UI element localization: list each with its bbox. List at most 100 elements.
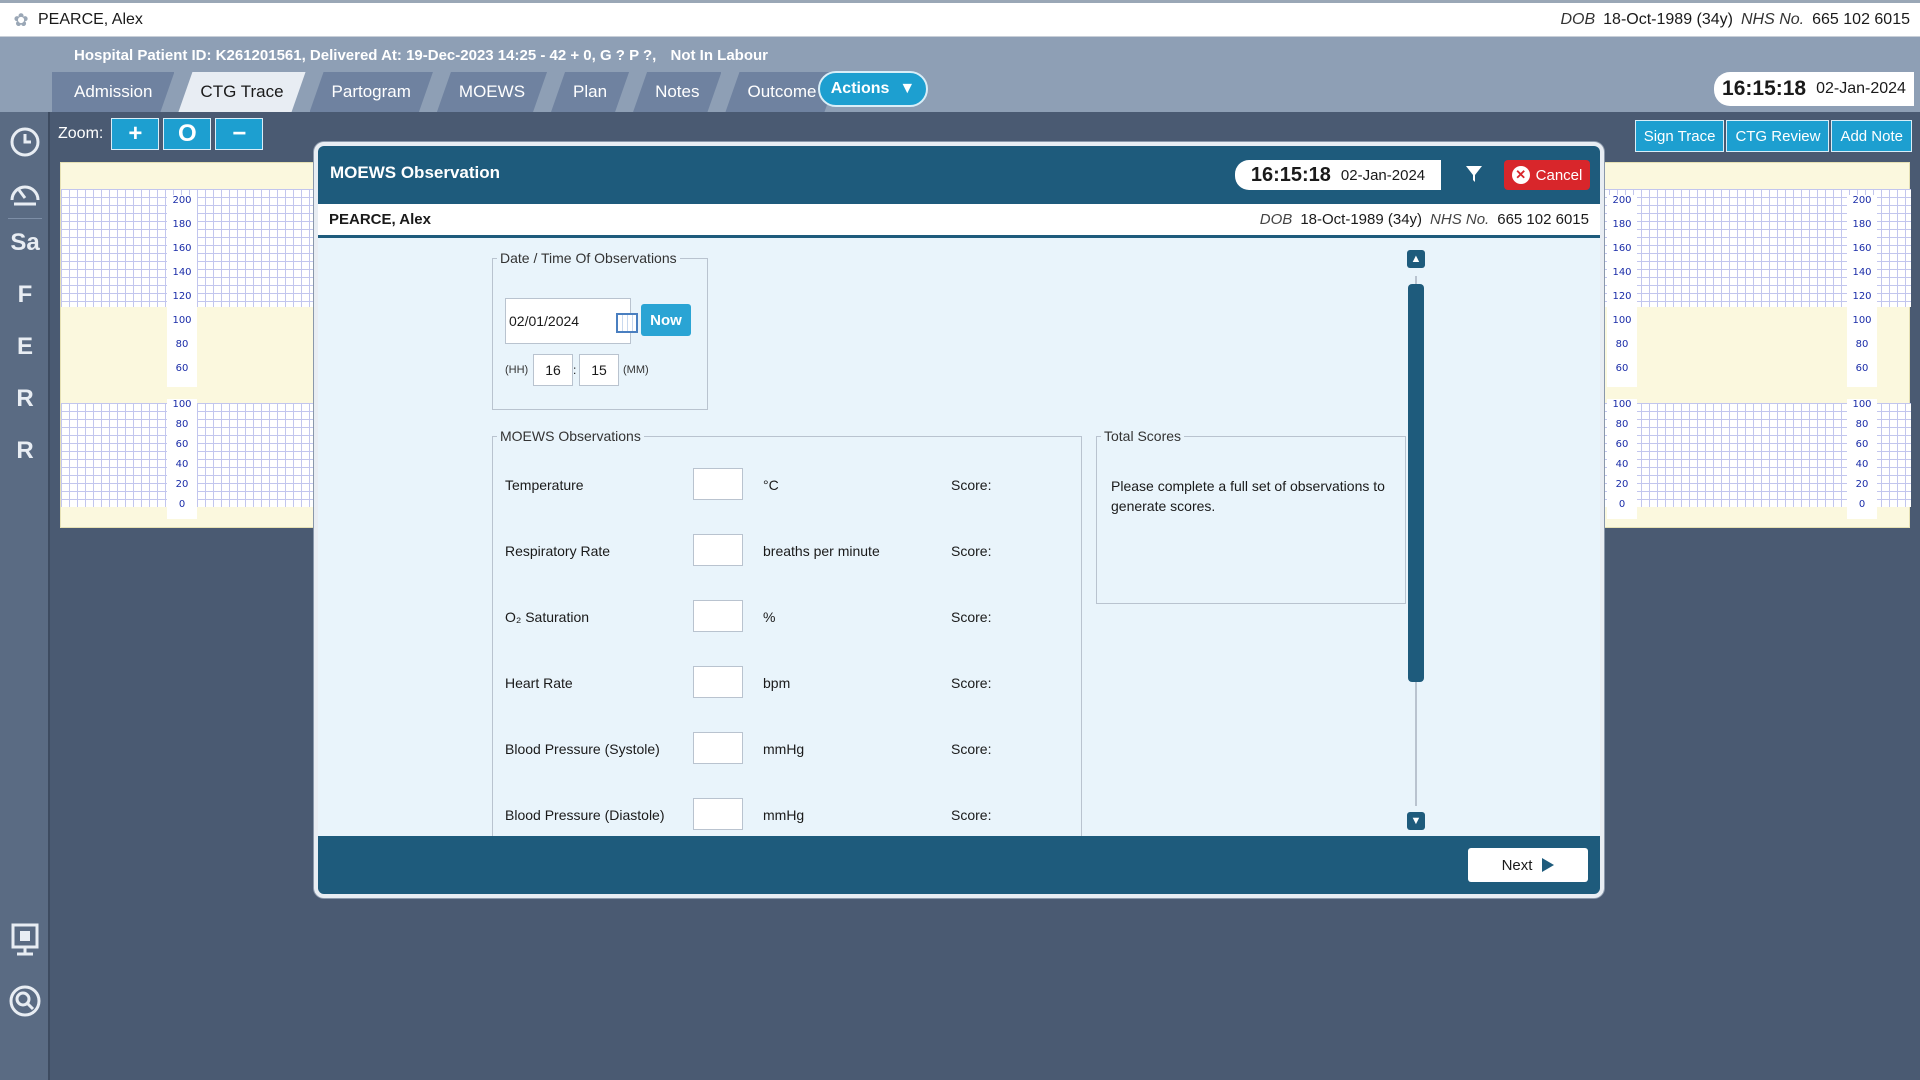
scroll-thumb[interactable] — [1408, 284, 1424, 682]
observation-label: O₂ Saturation — [505, 609, 590, 625]
observation-unit: °C — [763, 477, 779, 493]
ctg-trace-left: 200 180 160 140 120 100 80 60 100 80 60 … — [60, 162, 321, 528]
fhr-tick: 120 — [1852, 291, 1872, 302]
dob-value: 18-Oct-1989 (34y) — [1300, 211, 1423, 228]
patient-banner: ✿ PEARCE, Alex DOB 18-Oct-1989 (34y) NHS… — [0, 0, 1920, 37]
toco-axis: 100 80 60 40 20 0 — [1607, 399, 1637, 519]
add-note-button[interactable]: Add Note — [1831, 120, 1912, 152]
ctg-trace-right: 200 180 160 140 120 100 80 60 200 180 16… — [1600, 162, 1911, 528]
observation-unit: breaths per minute — [763, 543, 880, 559]
ctg-review-button[interactable]: CTG Review — [1726, 120, 1830, 152]
fhr-tick: 140 — [1852, 267, 1872, 278]
observation-unit: bpm — [763, 675, 791, 691]
toco-tick: 60 — [1615, 439, 1629, 450]
sign-trace-button[interactable]: Sign Trace — [1634, 120, 1725, 152]
fhr-tick: 100 — [1852, 315, 1872, 326]
patient-name: PEARCE, Alex — [38, 10, 143, 28]
scroll-down-icon[interactable]: ▼ — [1407, 812, 1425, 830]
fhr-tick: 60 — [1855, 363, 1869, 374]
toco-tick: 80 — [1615, 419, 1629, 430]
date-input[interactable]: 02/01/2024 — [505, 298, 638, 344]
presentation-icon[interactable] — [6, 920, 44, 958]
tab-admission[interactable]: Admission — [52, 72, 174, 112]
rail-item-r2[interactable]: R — [6, 432, 44, 470]
rail-item-sa[interactable]: Sa — [6, 224, 44, 262]
dialog-header: MOEWS Observation 16:15:18 02-Jan-2024 ✕… — [318, 146, 1600, 204]
observation-score: Score: — [951, 807, 992, 823]
cancel-label: Cancel — [1535, 166, 1583, 184]
tab-moews[interactable]: MOEWS — [437, 72, 547, 112]
rail-item-f[interactable]: F — [6, 276, 44, 314]
observation-row-bp-systole: Blood Pressure (Systole) mmHg Score: — [505, 732, 1065, 766]
actions-label: Actions — [830, 80, 890, 97]
hour-input[interactable]: 16 — [533, 354, 573, 386]
heart-rate-input[interactable] — [693, 666, 743, 698]
toco-tick: 20 — [1855, 479, 1869, 490]
bp-systole-input[interactable] — [693, 732, 743, 764]
header-time: 16:15:18 — [1722, 77, 1807, 100]
dashboard-gauge-icon[interactable] — [6, 174, 44, 212]
dialog-scrollbar[interactable]: ▲ ▼ — [1406, 250, 1426, 830]
fhr-tick: 180 — [172, 219, 192, 230]
next-label: Next — [1501, 856, 1533, 874]
respiratory-rate-input[interactable] — [693, 534, 743, 566]
total-scores-legend: Total Scores — [1104, 428, 1182, 444]
o2-saturation-input[interactable] — [693, 600, 743, 632]
bp-diastole-input[interactable] — [693, 798, 743, 830]
tab-ctg-trace[interactable]: CTG Trace — [178, 72, 305, 112]
fhr-tick: 60 — [1615, 363, 1629, 374]
observation-row-respiratory-rate: Respiratory Rate breaths per minute Scor… — [505, 534, 1065, 568]
toco-tick: 40 — [1615, 459, 1629, 470]
temperature-input[interactable] — [693, 468, 743, 500]
observation-unit: mmHg — [763, 807, 805, 823]
dialog-footer: Next — [318, 836, 1600, 894]
tab-plan[interactable]: Plan — [551, 72, 629, 112]
rail-item-e[interactable]: E — [6, 328, 44, 366]
fhr-tick: 100 — [1612, 315, 1632, 326]
minute-input[interactable]: 15 — [579, 354, 619, 386]
toco-tick: 80 — [1855, 419, 1869, 430]
observation-score: Score: — [951, 741, 992, 757]
now-button[interactable]: Now — [641, 304, 691, 336]
left-rail: Sa F E R R — [0, 112, 50, 1080]
scroll-up-icon[interactable]: ▲ — [1407, 250, 1425, 268]
next-button[interactable]: Next — [1468, 848, 1588, 882]
observation-row-heart-rate: Heart Rate bpm Score: — [505, 666, 1065, 700]
dob-label: DOB — [1560, 10, 1596, 28]
observation-label: Blood Pressure (Diastole) — [505, 807, 665, 823]
rail-item-r1[interactable]: R — [6, 380, 44, 418]
tab-partogram[interactable]: Partogram — [310, 72, 433, 112]
search-icon[interactable] — [6, 982, 44, 1020]
app-logo-icon: ✿ — [13, 9, 29, 30]
mm-label: (MM) — [623, 364, 649, 376]
toco-tick: 100 — [1612, 399, 1632, 410]
nhs-value: 665 102 6015 — [1497, 211, 1589, 228]
zoom-reset-button[interactable]: O — [163, 118, 212, 150]
observations-group: MOEWS Observations Temperature °C Score:… — [492, 428, 1082, 836]
dob-value: 18-Oct-1989 (34y) — [1603, 10, 1733, 28]
alarm-clock-icon[interactable] — [6, 122, 44, 160]
fhr-tick: 160 — [1612, 243, 1632, 254]
dob-label: DOB — [1259, 211, 1293, 228]
cancel-button[interactable]: ✕ Cancel — [1504, 160, 1590, 190]
filter-icon[interactable] — [1464, 164, 1484, 190]
dialog-patient-identifiers: DOB 18-Oct-1989 (34y) NHS No. 665 102 60… — [1260, 211, 1589, 228]
fhr-tick: 180 — [1612, 219, 1632, 230]
date-value: 02/01/2024 — [509, 313, 580, 329]
patient-identifiers: DOB 18-Oct-1989 (34y) NHS No. 665 102 60… — [1560, 11, 1910, 29]
actions-button[interactable]: Actions ▼ — [818, 71, 928, 107]
zoom-in-button[interactable]: + — [111, 118, 160, 150]
tab-notes[interactable]: Notes — [633, 72, 721, 112]
observation-label: Blood Pressure (Systole) — [505, 741, 660, 757]
toco-tick: 80 — [175, 419, 189, 430]
tab-bar: Admission CTG Trace Partogram MOEWS Plan… — [52, 72, 842, 112]
observation-row-temperature: Temperature °C Score: — [505, 468, 1065, 502]
dialog-body: Date / Time Of Observations 02/01/2024 N… — [318, 238, 1600, 836]
calendar-icon[interactable] — [616, 313, 638, 333]
observation-label: Respiratory Rate — [505, 543, 611, 559]
chevron-down-icon: ▼ — [899, 80, 916, 97]
play-arrow-icon — [1542, 858, 1555, 872]
zoom-out-button[interactable]: − — [215, 118, 264, 150]
fhr-tick: 140 — [1612, 267, 1632, 278]
observation-unit: % — [763, 609, 776, 625]
